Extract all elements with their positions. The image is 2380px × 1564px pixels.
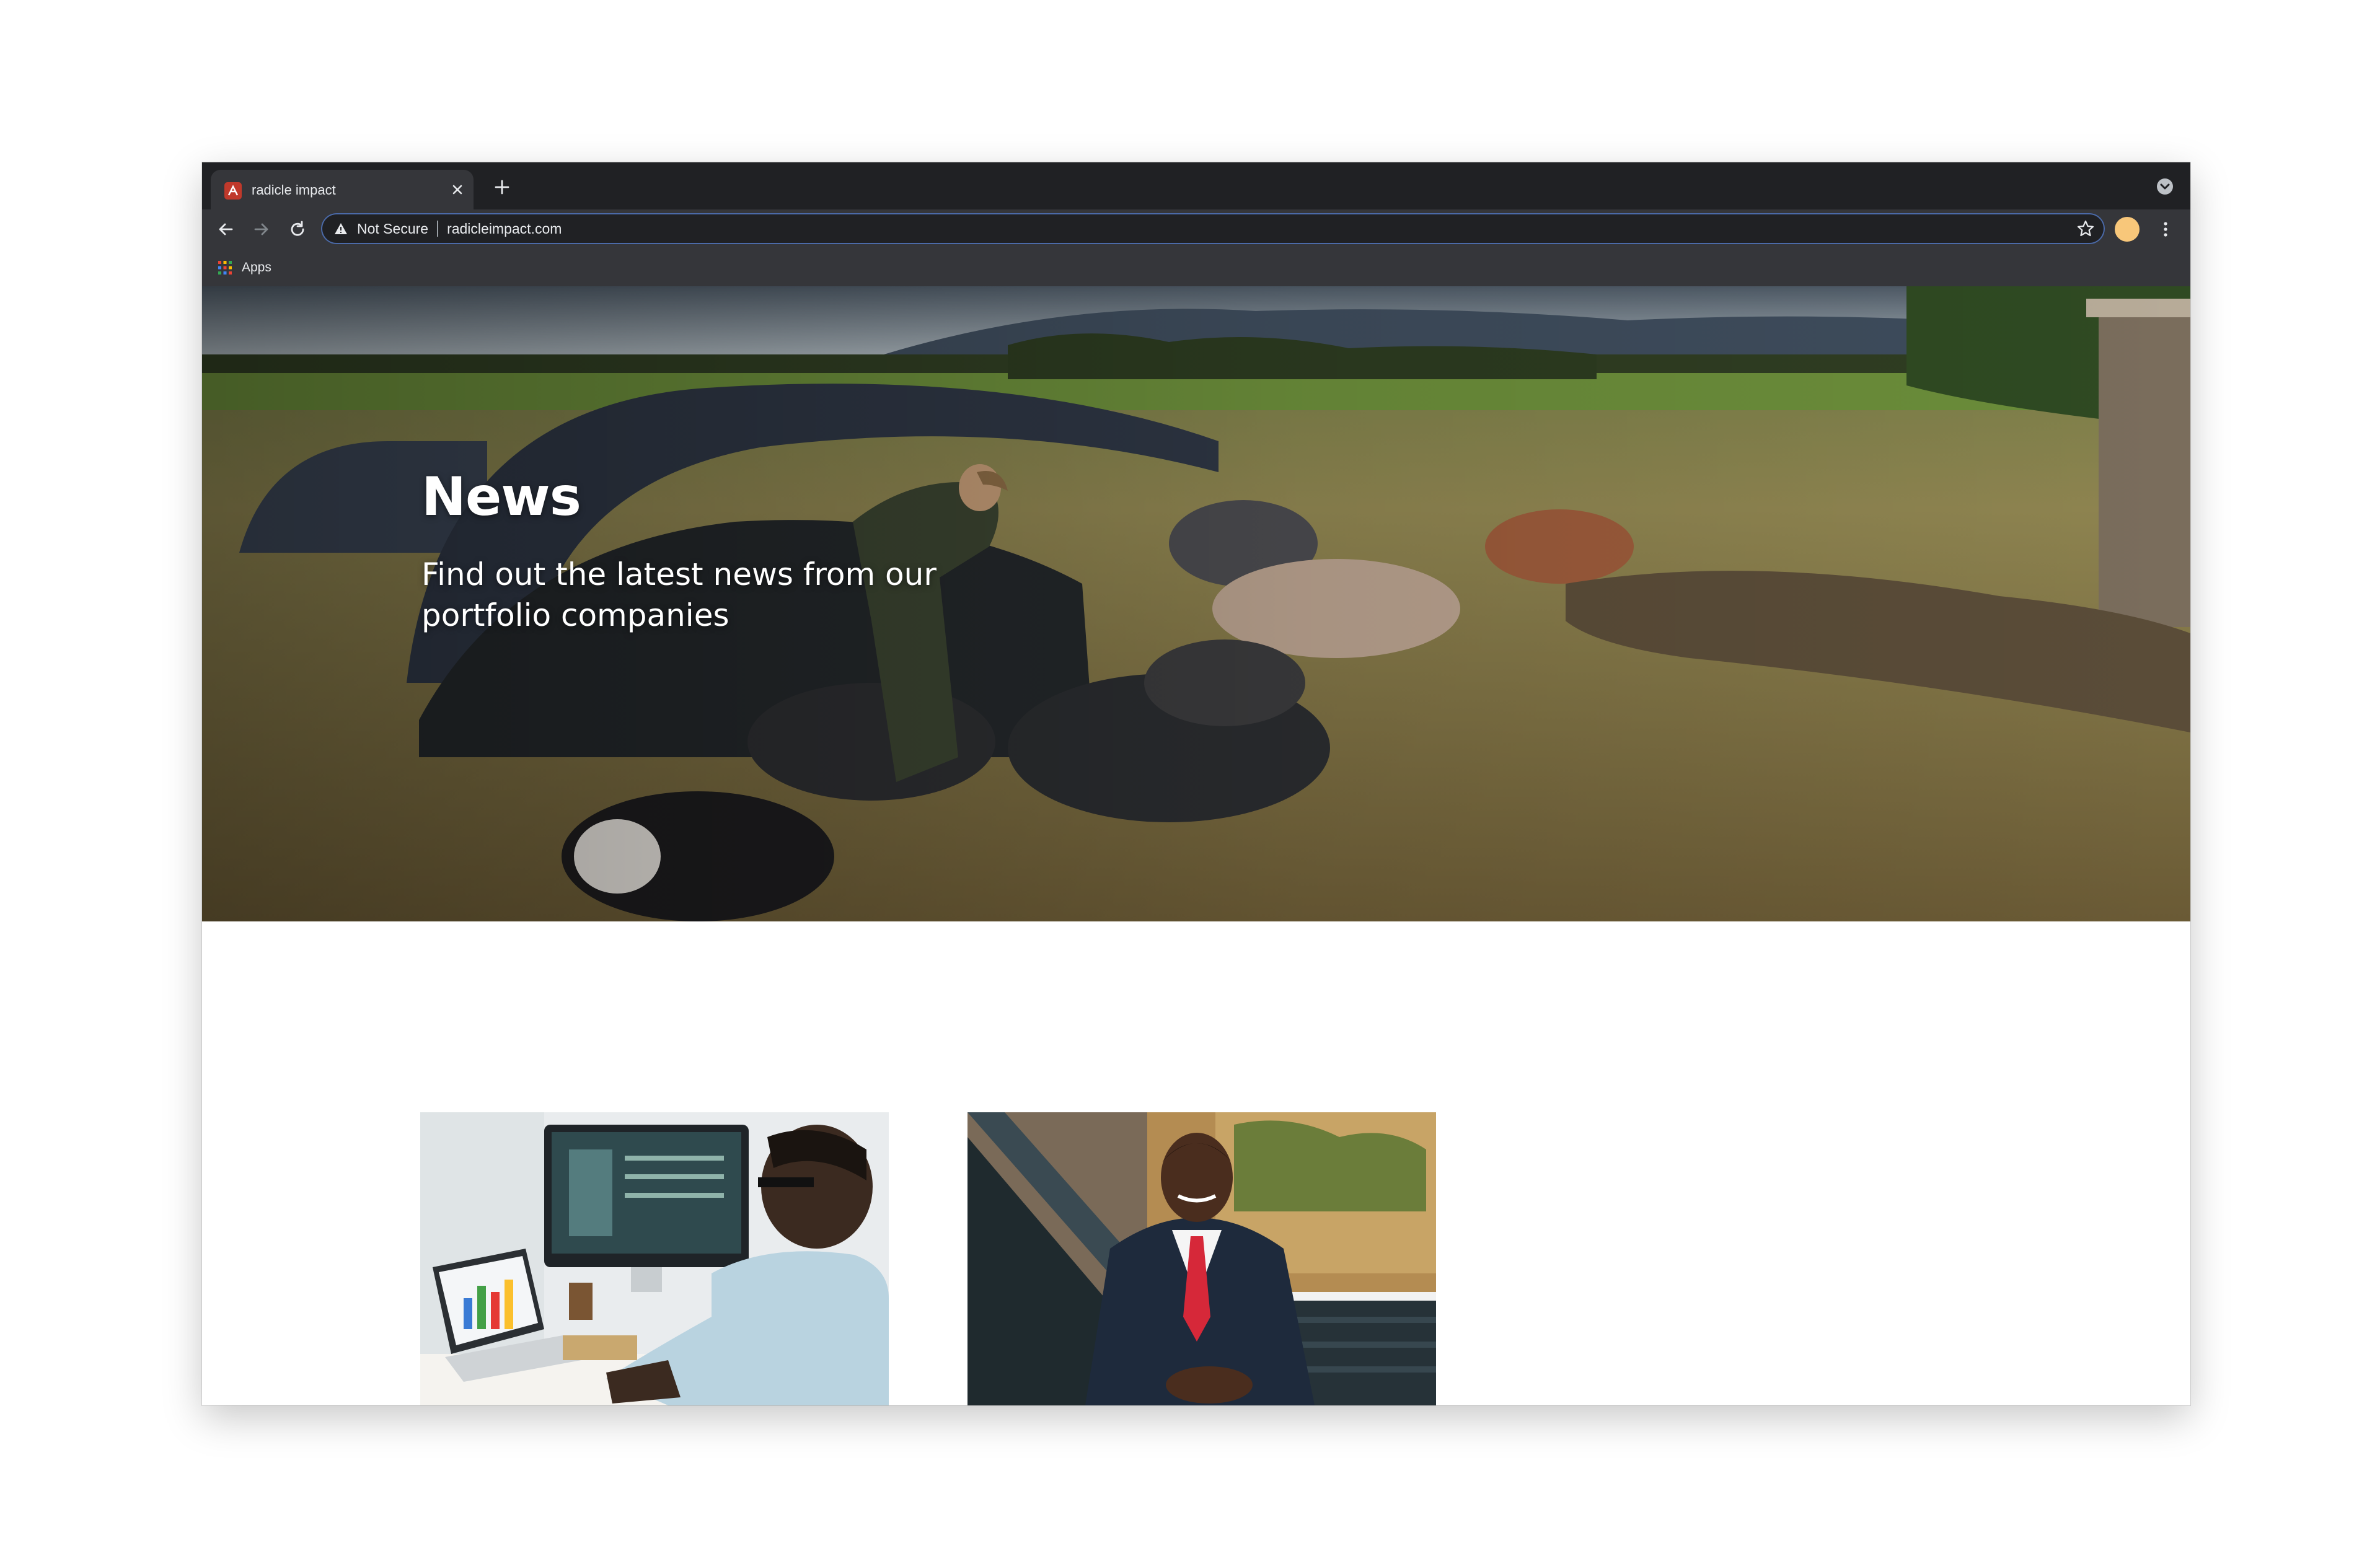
radicle-logo-icon xyxy=(224,182,242,200)
tab-title: radicle impact xyxy=(252,182,336,198)
address-bar[interactable]: Not Secure radicleimpact.com xyxy=(321,213,2105,244)
more-menu-icon[interactable] xyxy=(2154,218,2177,240)
hero-banner: News Find out the latest news from our p… xyxy=(202,286,2190,921)
hero-text: News Find out the latest news from our p… xyxy=(421,466,979,636)
apps-grid-icon xyxy=(218,261,232,275)
close-tab-icon[interactable] xyxy=(447,180,467,200)
browser-toolbar: Not Secure radicleimpact.com xyxy=(202,209,2190,249)
page-title: News xyxy=(421,466,581,528)
page-subtitle: Find out the latest news from our portfo… xyxy=(421,556,937,633)
apps-label: Apps xyxy=(242,260,271,275)
tab-strip: radicle impact xyxy=(202,162,2190,209)
forward-arrow-icon[interactable] xyxy=(250,218,273,240)
bookmark-star-icon[interactable] xyxy=(2076,219,2095,238)
profile-avatar[interactable] xyxy=(2115,217,2140,242)
tab-search-icon[interactable] xyxy=(2156,177,2174,196)
news-section xyxy=(202,921,2190,1405)
url-text[interactable]: radicleimpact.com xyxy=(447,221,562,237)
back-arrow-icon[interactable] xyxy=(214,218,237,240)
businessman-portrait-photo xyxy=(967,1112,1436,1405)
news-card[interactable] xyxy=(420,1112,889,1405)
bookmarks-bar: Apps xyxy=(202,249,2190,286)
reload-icon[interactable] xyxy=(286,218,309,240)
browser-window: radicle impact Not Secure radicleimpact.… xyxy=(202,162,2190,1405)
not-secure-label: Not Secure xyxy=(357,220,429,237)
news-card[interactable] xyxy=(967,1112,1436,1405)
office-computer-photo xyxy=(420,1112,889,1405)
browser-tab[interactable]: radicle impact xyxy=(211,170,474,209)
new-tab-icon[interactable] xyxy=(491,176,513,198)
divider xyxy=(437,221,439,237)
warning-icon xyxy=(335,223,347,234)
bookmark-apps[interactable]: Apps xyxy=(217,255,271,280)
security-indicator[interactable]: Not Secure radicleimpact.com xyxy=(333,213,562,244)
